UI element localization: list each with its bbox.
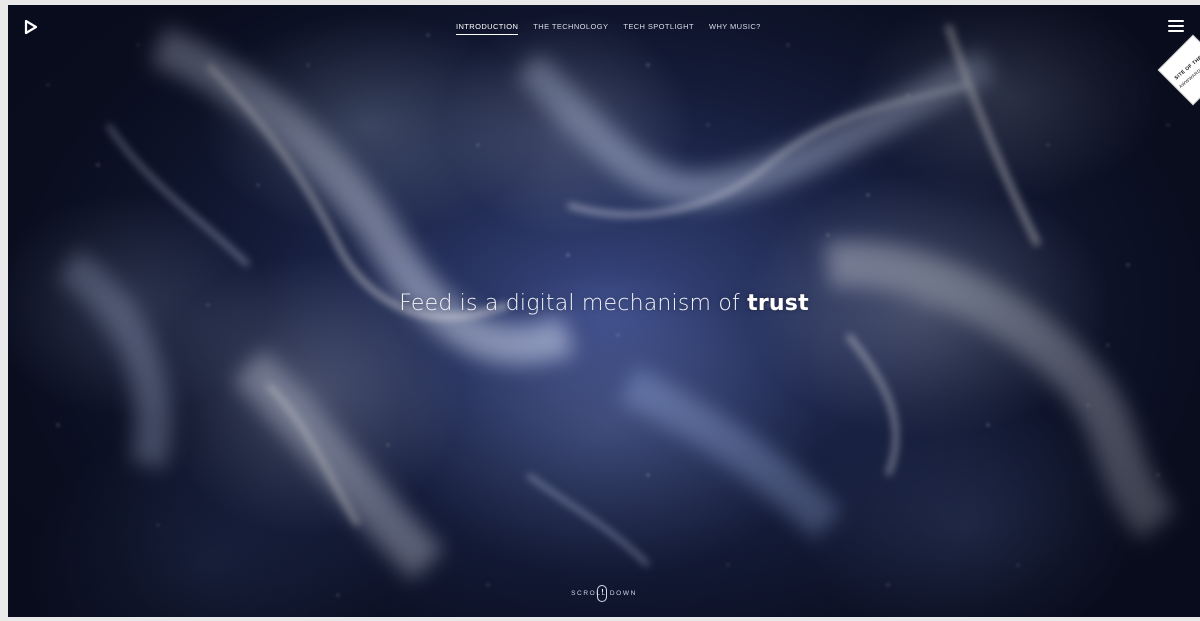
nav-item-why-music[interactable]: WHY MUSIC? [709,22,761,35]
awwwards-badge[interactable]: SITE OF THE DAY AWWWARDS [1157,34,1200,106]
scroll-down-label[interactable]: SCROLL DOWN [8,590,1200,597]
play-triangle-logo-icon[interactable] [23,19,39,35]
hamburger-menu-icon[interactable] [1168,20,1184,33]
hero-headline-prefix: Feed is a digital mechanism of [399,291,748,316]
hero-headline-bold: trust [747,291,809,316]
nav-item-the-technology[interactable]: THE TECHNOLOGY [533,22,608,35]
nav-item-introduction[interactable]: INTRODUCTION [456,22,519,35]
main-nav: INTRODUCTION THE TECHNOLOGY TECH SPOTLIG… [456,22,761,35]
hero-section: INTRODUCTION THE TECHNOLOGY TECH SPOTLIG… [8,5,1200,617]
nav-item-tech-spotlight[interactable]: TECH SPOTLIGHT [623,22,694,35]
hero-headline: Feed is a digital mechanism of trust [8,291,1200,316]
